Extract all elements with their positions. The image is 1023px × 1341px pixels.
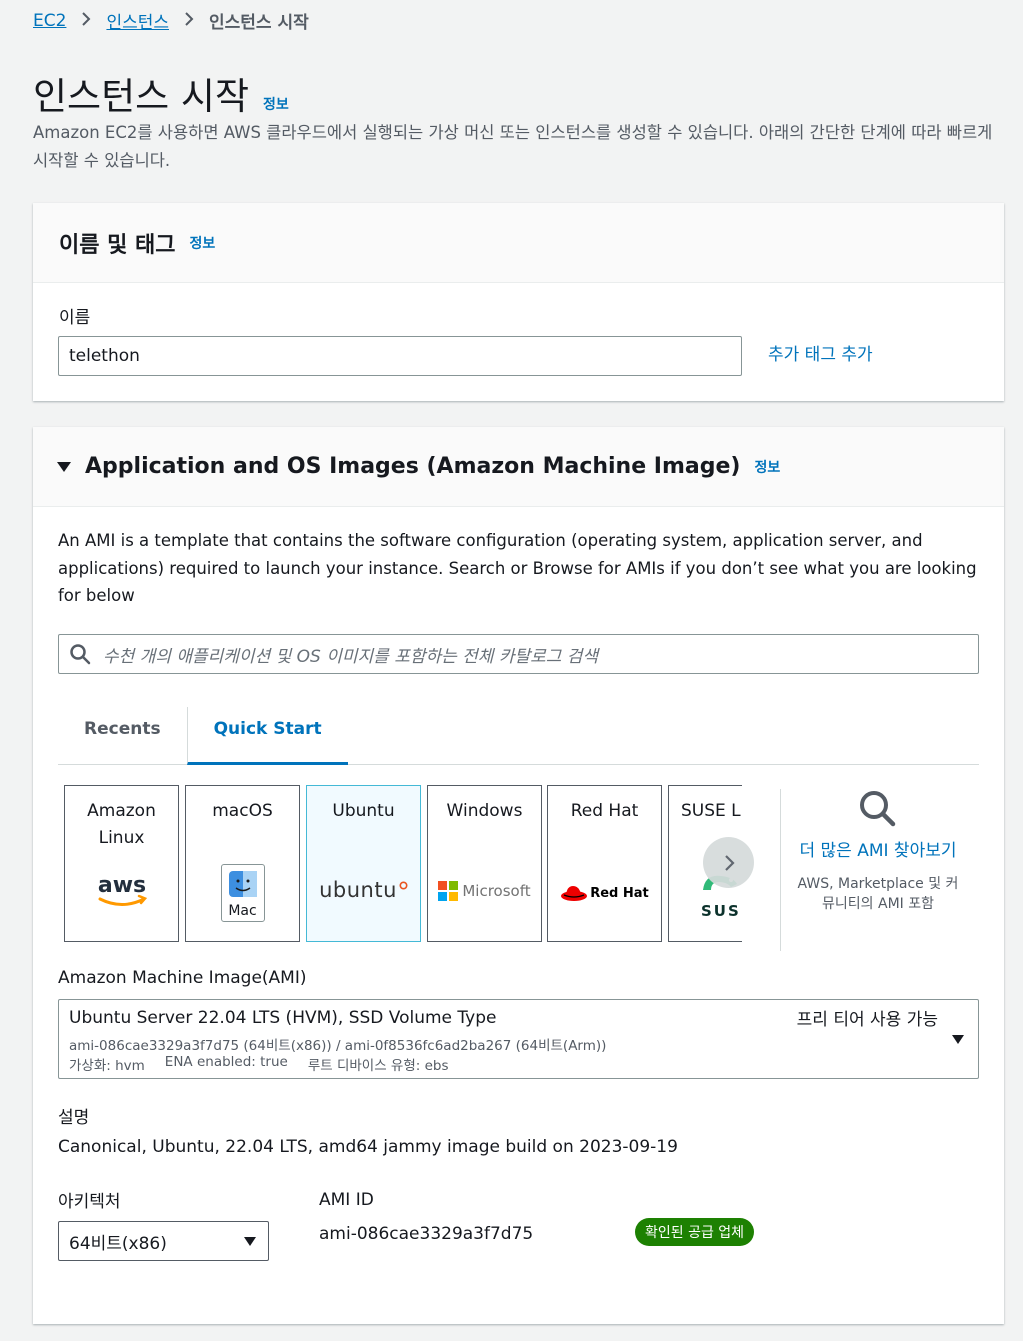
desc-value: Canonical, Ubuntu, 22.04 LTS, amd64 jamm… (58, 1137, 678, 1157)
redhat-logo-icon: Red Hat (548, 883, 661, 903)
search-icon (70, 644, 91, 665)
os-card-macos[interactable]: macOS Mac (185, 785, 300, 942)
name-tags-info-link[interactable]: 정보 (190, 233, 216, 253)
name-label: 이름 (59, 308, 91, 328)
arch-select[interactable]: 64비트(x86) (58, 1221, 269, 1261)
verified-provider-badge: 확인된 공급 업체 (635, 1218, 755, 1246)
add-tags-link[interactable]: 추가 태그 추가 (768, 340, 873, 365)
os-card-label: SUSE Li (681, 801, 742, 821)
page-description: Amazon EC2를 사용하면 AWS 클라우드에서 실행되는 가상 머신 또… (33, 123, 993, 170)
search-placeholder: 수천 개의 애플리케이션 및 OS 이미지를 포함하는 전체 카탈로그 검색 (103, 646, 599, 667)
ami-title: Application and OS Images (Amazon Machin… (85, 454, 741, 479)
ami-select[interactable]: Ubuntu Server 22.04 LTS (HVM), SSD Volum… (58, 999, 979, 1079)
ami-description: An AMI is a template that contains the s… (58, 531, 977, 605)
os-card-ubuntu[interactable]: Ubuntu ubuntu (306, 785, 421, 942)
chevron-right-icon (183, 11, 195, 31)
divider (780, 789, 781, 951)
ami-meta: 가상화: hvm ENA enabled: true 루트 디바이스 유형: e… (69, 1054, 449, 1074)
os-card-redhat[interactable]: Red Hat Red Hat (547, 785, 662, 942)
mac-finder-icon: Mac (220, 864, 265, 922)
breadcrumb: EC2 인스턴스 인스턴스 시작 (33, 8, 309, 34)
os-card-amazon-linux[interactable]: Amazon Linux aws (64, 785, 179, 942)
ami-header[interactable]: Application and OS Images (Amazon Machin… (33, 427, 1004, 507)
microsoft-logo-text: Microsoft (462, 882, 531, 900)
os-card-label: macOS (212, 801, 273, 821)
ami-virtualization: 가상화: hvm (69, 1058, 145, 1074)
dropdown-caret-icon[interactable] (952, 1035, 964, 1044)
free-tier-label: 프리 티어 사용 가능 (796, 1010, 938, 1030)
ami-tabs: Recents Quick Start (58, 707, 979, 765)
ami-info-link[interactable]: 정보 (754, 457, 780, 477)
name-input[interactable]: telethon (58, 336, 742, 376)
ami-id-value: ami-086cae3329a3f7d75 (319, 1224, 534, 1244)
search-icon[interactable] (858, 789, 898, 829)
name-tags-header: 이름 및 태그 정보 (33, 203, 1004, 283)
ubuntu-logo-text: ubuntu (319, 878, 397, 902)
breadcrumb-ec2-link[interactable]: EC2 (33, 11, 66, 31)
os-card-label: Windows (446, 801, 523, 821)
mac-logo-wrap: Mac (186, 864, 299, 922)
name-input-value: telethon (69, 346, 140, 366)
name-tags-panel: 이름 및 태그 정보 이름 telethon 추가 태그 추가 (33, 203, 1004, 401)
arch-value: 64비트(x86) (69, 1233, 167, 1254)
collapse-caret-icon[interactable] (57, 461, 71, 472)
os-card-label: Ubuntu (332, 801, 395, 821)
chevron-right-icon (724, 854, 735, 871)
ami-id-label: AMI ID (319, 1190, 374, 1210)
ami-select-label: Amazon Machine Image(AMI) (58, 968, 307, 988)
desc-label: 설명 (58, 1108, 90, 1128)
ubuntu-logo-icon: ubuntu (307, 878, 420, 902)
breadcrumb-instances-link[interactable]: 인스턴스 (106, 8, 169, 33)
os-card-windows[interactable]: Windows Microsoft (427, 785, 542, 942)
ami-panel: Application and OS Images (Amazon Machin… (33, 427, 1004, 1324)
page-info-link[interactable]: 정보 (263, 94, 289, 114)
aws-logo-icon: aws (65, 872, 178, 910)
arch-label: 아키텍처 (58, 1192, 121, 1212)
ami-ids: ami-086cae3329a3f7d75 (64비트(x86)) / ami-… (69, 1038, 607, 1054)
aws-logo-text: aws (97, 873, 145, 898)
page-title-row: 인스턴스 시작 정보 (33, 66, 289, 120)
ami-ena: ENA enabled: true (164, 1054, 288, 1070)
tab-quick-start[interactable]: Quick Start (186, 707, 348, 765)
mac-logo-text: Mac (228, 903, 257, 919)
chevron-right-icon (80, 11, 92, 31)
ami-name: Ubuntu Server 22.04 LTS (HVM), SSD Volum… (69, 1008, 497, 1028)
ami-root-device: 루트 디바이스 유형: ebs (307, 1058, 449, 1074)
microsoft-logo-icon: Microsoft (428, 881, 541, 901)
scroll-right-button[interactable] (703, 837, 754, 888)
ami-search-input[interactable]: 수천 개의 애플리케이션 및 OS 이미지를 포함하는 전체 카탈로그 검색 (58, 634, 979, 674)
more-amis-block: 더 많은 AMI 찾아보기 AWS, Marketplace 및 커뮤니티의 A… (793, 789, 963, 914)
redhat-logo-text: Red Hat (590, 885, 649, 901)
name-tags-title: 이름 및 태그 (59, 232, 176, 258)
os-card-label: Red Hat (570, 801, 639, 821)
breadcrumb-current: 인스턴스 시작 (209, 13, 309, 33)
more-amis-subtext: AWS, Marketplace 및 커뮤니티의 AMI 포함 (797, 876, 959, 912)
dropdown-caret-icon[interactable] (244, 1237, 256, 1246)
os-card-label: Amazon Linux (87, 801, 156, 848)
page-title: 인스턴스 시작 (33, 75, 250, 118)
suse-logo-text: SUSE (701, 902, 742, 920)
tab-recents[interactable]: Recents (58, 707, 187, 765)
browse-more-amis-link[interactable]: 더 많은 AMI 찾아보기 (793, 839, 963, 864)
